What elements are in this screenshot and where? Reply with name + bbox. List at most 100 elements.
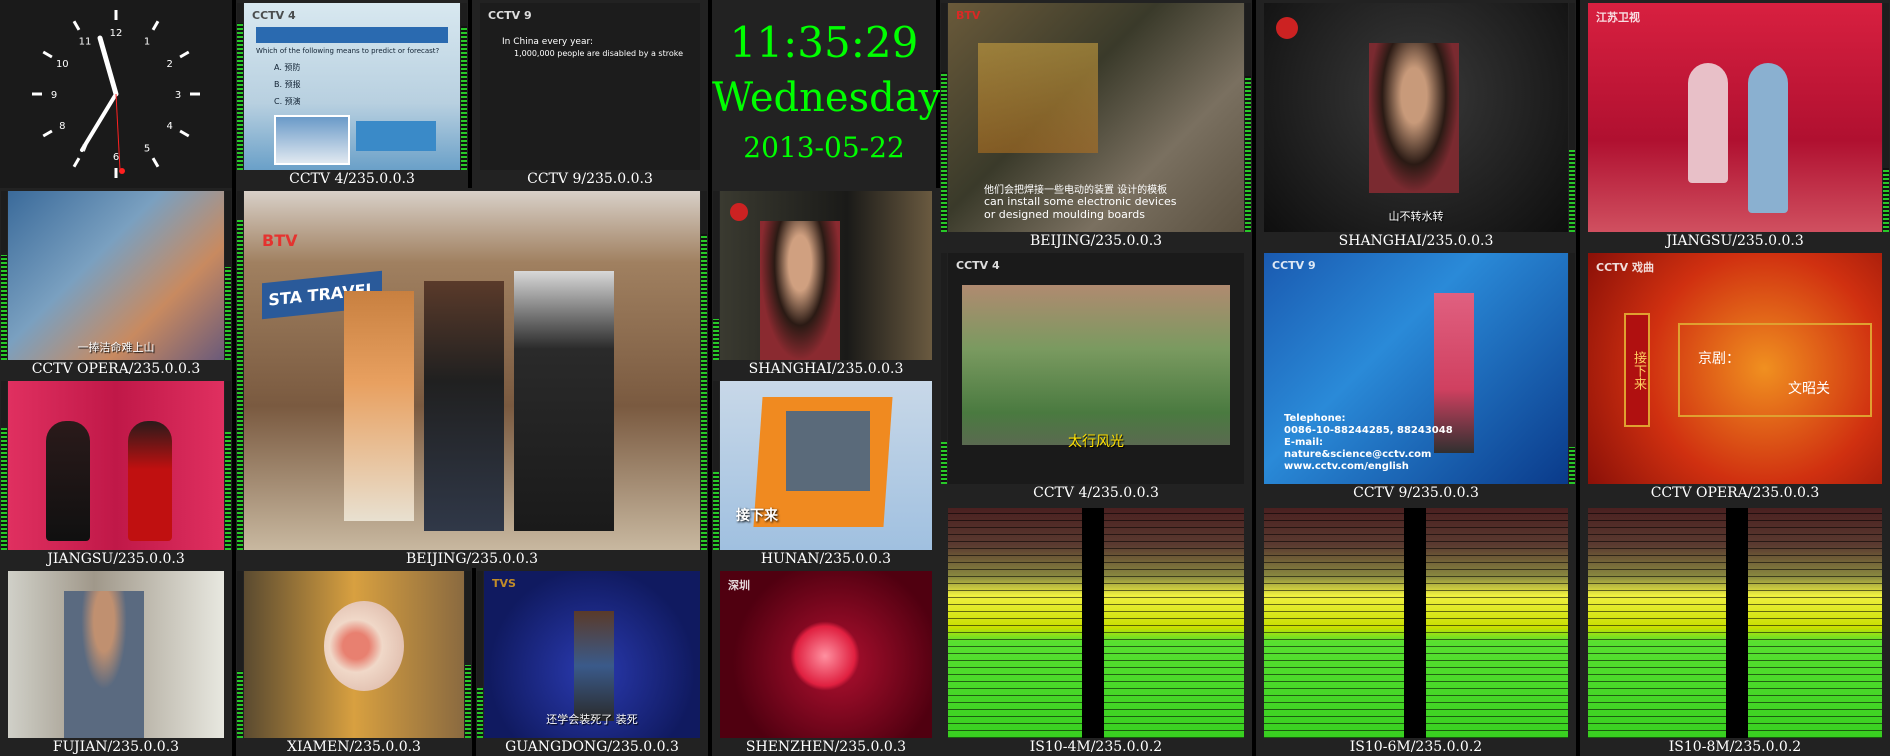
- vu-meter-left: [713, 381, 719, 550]
- opera-genre: 京剧：: [1698, 351, 1740, 367]
- quiz-option: C. 预演: [274, 97, 301, 106]
- channel-logo: 江苏卫视: [1596, 11, 1640, 24]
- subtitle: 一捧洁命难上山: [77, 341, 155, 354]
- tile-shenzhen[interactable]: 深圳 SHENZHEN/235.0.0.3: [712, 568, 940, 756]
- channel-logo: CCTV 4: [956, 259, 1000, 272]
- clock-numeral: 3: [175, 90, 181, 101]
- tile-cctv9-mid[interactable]: CCTV 9 Telephone: 0086-10-88244285, 8824…: [1256, 250, 1576, 502]
- channel-label: JIANGSU/235.0.0.3: [47, 551, 185, 567]
- clock-date: 2013-05-22: [743, 131, 905, 164]
- channel-label: SHANGHAI/235.0.0.3: [748, 361, 904, 377]
- minute-hand: [80, 92, 118, 152]
- tile-cctv-opera-left[interactable]: 一捧洁命难上山 CCTV OPERA/235.0.0.3: [0, 188, 232, 378]
- tile-xiamen[interactable]: XIAMEN/235.0.0.3: [236, 568, 472, 756]
- opera-title: 文昭关: [1788, 381, 1830, 397]
- subtitle-en: can install some electronic devices: [984, 195, 1177, 208]
- vu-meter-right: [461, 3, 467, 170]
- channel-label: CCTV 4/235.0.0.3: [289, 171, 415, 187]
- vu-meter-right: [225, 381, 231, 550]
- vertical-banner: 接下来: [1624, 313, 1650, 427]
- vu-meter-right: [225, 191, 231, 360]
- tile-shanghai-top[interactable]: 山不转水转 SHANGHAI/235.0.0.3: [1256, 0, 1576, 250]
- vu-meter-right: [1569, 3, 1575, 232]
- channel-label: XIAMEN/235.0.0.3: [287, 739, 421, 755]
- tile-jiangsu-mid[interactable]: JIANGSU/235.0.0.3: [0, 378, 232, 568]
- channel-label: FUJIAN/235.0.0.3: [52, 739, 180, 755]
- tile-fujian[interactable]: FUJIAN/235.0.0.3: [0, 568, 232, 756]
- meter-label: IS10-6M/235.0.0.2: [1349, 739, 1483, 755]
- tile-hunan[interactable]: 接下来 HUNAN/235.0.0.3: [712, 378, 940, 568]
- channel-logo: 深圳: [728, 579, 750, 592]
- vu-meter-right: [1245, 3, 1251, 232]
- quiz-option: B. 预报: [274, 80, 301, 89]
- clock-numeral: 2: [167, 59, 173, 70]
- digital-clock: 11:35:29 Wednesday 2013-05-22: [712, 0, 942, 188]
- tile-cctv-opera-right[interactable]: CCTV 戏曲 接下来 京剧： 文昭关 CCTV OPERA/235.0.0.3: [1580, 250, 1890, 502]
- clock-tick: [179, 129, 190, 138]
- contact-phone: 0086-10-88244285, 88243048: [1284, 425, 1453, 436]
- audio-meter-2: IS10-6M/235.0.0.2: [1256, 502, 1576, 756]
- vu-meter-left: [1, 381, 7, 550]
- analog-clock: 12 1 2 3 4 5 6 7 8 9 10 11: [0, 0, 232, 188]
- clock-tick: [179, 50, 190, 59]
- clock-numeral: 5: [144, 144, 150, 155]
- star-logo: [730, 203, 748, 221]
- clock-tick: [151, 20, 160, 31]
- tile-beijing-big[interactable]: BTV STA TRAVEL BEIJING/235.0.0.3: [236, 188, 708, 568]
- tile-shanghai-mid[interactable]: SHANGHAI/235.0.0.3: [712, 188, 940, 378]
- vu-meter-right: [701, 191, 707, 550]
- level-bars: [948, 508, 1244, 738]
- channel-label: BEIJING/235.0.0.3: [1029, 233, 1163, 249]
- contact-label: E-mail:: [1284, 437, 1324, 448]
- vu-meter-left: [941, 253, 947, 484]
- subtitle-cn: 他们会把焊接一些电动的装置 设计的模板: [984, 185, 1168, 196]
- clock-numeral: 11: [79, 36, 92, 47]
- tile-cctv4-top[interactable]: CCTV 4 Which of the following means to p…: [236, 0, 468, 188]
- clock-tick: [72, 157, 81, 168]
- channel-logo: BTV: [262, 231, 298, 250]
- level-bars: [1588, 508, 1882, 738]
- level-bars: [1264, 508, 1568, 738]
- clock-numeral: 6: [113, 152, 119, 163]
- clock-tick: [42, 50, 53, 59]
- channel-label: CCTV 9/235.0.0.3: [527, 171, 653, 187]
- subtitle: 太行风光: [1068, 434, 1124, 450]
- vu-meter-left: [237, 3, 243, 170]
- clock-numeral: 9: [51, 90, 57, 101]
- quiz-option: A. 预防: [274, 63, 301, 72]
- channel-label: BEIJING/235.0.0.3: [405, 551, 539, 567]
- contact-label: Telephone:: [1284, 413, 1346, 424]
- clock-numeral: 12: [110, 28, 123, 39]
- vu-meter-left: [477, 571, 483, 738]
- audio-meter-3: IS10-8M/235.0.0.2: [1580, 502, 1890, 756]
- tile-jiangsu-top[interactable]: 江苏卫视 JIANGSU/235.0.0.3: [1580, 0, 1890, 250]
- tile-guangdong[interactable]: TVS 还学会装死了 装死 GUANGDONG/235.0.0.3: [476, 568, 708, 756]
- clock-tick: [42, 129, 53, 138]
- clock-tick: [151, 157, 160, 168]
- channel-label: JIANGSU/235.0.0.3: [1666, 233, 1804, 249]
- promo-text: 接下来: [736, 508, 778, 524]
- channel-logo: CCTV 9: [488, 9, 532, 22]
- channel-label: SHENZHEN/235.0.0.3: [745, 739, 907, 755]
- clock-numeral: 4: [167, 121, 173, 132]
- tile-cctv9-top[interactable]: CCTV 9 In China every year: 1,000,000 pe…: [472, 0, 708, 188]
- clock-numeral: 10: [56, 59, 69, 70]
- tile-beijing-top[interactable]: BTV 他们会把焊接一些电动的装置 设计的模板 can install some…: [940, 0, 1252, 250]
- vu-meter-left: [1, 191, 7, 360]
- channel-label: HUNAN/235.0.0.3: [760, 551, 892, 567]
- channel-label: CCTV OPERA/235.0.0.3: [1650, 485, 1820, 501]
- channel-logo: CCTV 4: [252, 9, 296, 22]
- clock-day: Wednesday: [712, 75, 942, 121]
- vu-meter-left: [237, 191, 243, 550]
- clock-numeral: 8: [59, 121, 65, 132]
- contact-web: www.cctv.com/english: [1284, 461, 1409, 472]
- subtitle: 山不转水转: [1388, 210, 1444, 223]
- analog-clock-face: 121234567891011: [32, 10, 200, 178]
- clock-tick: [72, 20, 81, 31]
- clock-time: 11:35:29: [729, 18, 919, 67]
- tile-cctv4-mid[interactable]: CCTV 4 太行风光 CCTV 4/235.0.0.3: [940, 250, 1252, 502]
- channel-label: SHANGHAI/235.0.0.3: [1338, 233, 1494, 249]
- meter-label: IS10-4M/235.0.0.2: [1029, 739, 1163, 755]
- hour-hand: [97, 35, 119, 97]
- second-dot: [119, 168, 125, 174]
